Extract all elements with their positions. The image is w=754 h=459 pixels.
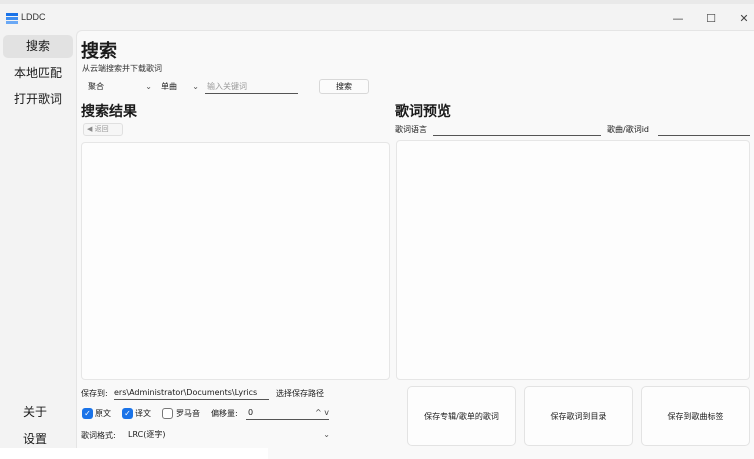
preview-heading: 歌词预览: [395, 104, 451, 120]
app-window: LDDC — ☐ ✕ 搜索 本地匹配 打开歌词 关于 设置 搜索 从云端搜索并下…: [0, 0, 754, 459]
lyrics-preview-panel[interactable]: [396, 140, 750, 380]
source-select[interactable]: 聚合 ⌄: [88, 80, 152, 94]
song-id-label: 歌曲/歌词id: [607, 125, 649, 134]
translation-checkbox[interactable]: ✓: [122, 408, 133, 419]
bottom-strip: [0, 448, 268, 459]
original-checkbox[interactable]: ✓: [82, 408, 93, 419]
back-button[interactable]: ◀ 返回: [83, 123, 123, 136]
window-title: LDDC: [21, 12, 46, 22]
choose-save-path-button[interactable]: 选择保存路径: [276, 388, 324, 399]
search-type-value: 单曲: [161, 82, 177, 91]
results-heading: 搜索结果: [81, 104, 137, 120]
lyrics-format-select[interactable]: LRC(逐字) ⌄: [128, 428, 330, 442]
offset-label: 偏移量:: [211, 409, 238, 418]
save-to-label: 保存到:: [81, 389, 108, 398]
title-bar: LDDC — ☐ ✕: [0, 4, 754, 30]
chevron-down-icon: ⌄: [145, 82, 152, 91]
save-to-song-tag-button[interactable]: 保存到歌曲标签: [641, 386, 750, 446]
chevron-down-icon: ⌄: [323, 430, 330, 439]
source-select-value: 聚合: [88, 82, 104, 91]
page-title: 搜索: [81, 41, 117, 62]
back-arrow-icon: ◀: [87, 125, 93, 133]
lyrics-language-label: 歌词语言: [395, 125, 427, 134]
back-button-label: 返回: [94, 125, 109, 133]
offset-stepper[interactable]: 0 ^ v: [246, 406, 329, 420]
stepper-arrows-icon[interactable]: ^ v: [315, 406, 329, 419]
save-to-directory-button[interactable]: 保存歌词到目录: [524, 386, 633, 446]
close-button[interactable]: ✕: [730, 8, 754, 30]
minimize-button[interactable]: —: [664, 8, 692, 30]
lyrics-format-label: 歌词格式:: [81, 431, 116, 440]
romanization-checkbox[interactable]: [162, 408, 173, 419]
search-button[interactable]: 搜索: [319, 79, 369, 94]
translation-label: 译文: [135, 409, 151, 418]
sidebar-item-search[interactable]: 搜索: [3, 35, 73, 58]
chevron-down-icon: ⌄: [192, 82, 199, 91]
page-subtitle: 从云端搜索并下载歌词: [82, 64, 162, 73]
romanization-label: 罗马音: [176, 409, 200, 418]
sidebar-item-open-lyrics[interactable]: 打开歌词: [3, 88, 73, 111]
save-path-field[interactable]: ers\Administrator\Documents\Lyrics: [114, 387, 269, 400]
search-type-select[interactable]: 单曲 ⌄: [161, 80, 199, 94]
save-album-playlist-button[interactable]: 保存专辑/歌单的歌词: [407, 386, 516, 446]
maximize-button[interactable]: ☐: [697, 8, 725, 30]
lyrics-language-field[interactable]: [433, 124, 601, 136]
lyrics-format-value: LRC(逐字): [128, 430, 166, 439]
sidebar-item-local-match[interactable]: 本地匹配: [3, 62, 73, 85]
sidebar-item-about[interactable]: 关于: [0, 401, 70, 424]
results-list[interactable]: [81, 142, 390, 380]
sidebar: 搜索 本地匹配 打开歌词 关于 设置: [0, 30, 76, 459]
app-logo-icon: [6, 13, 18, 24]
offset-value: 0: [248, 408, 254, 417]
search-input[interactable]: 输入关键词: [205, 80, 298, 94]
original-label: 原文: [95, 409, 111, 418]
song-id-field[interactable]: [658, 124, 750, 136]
